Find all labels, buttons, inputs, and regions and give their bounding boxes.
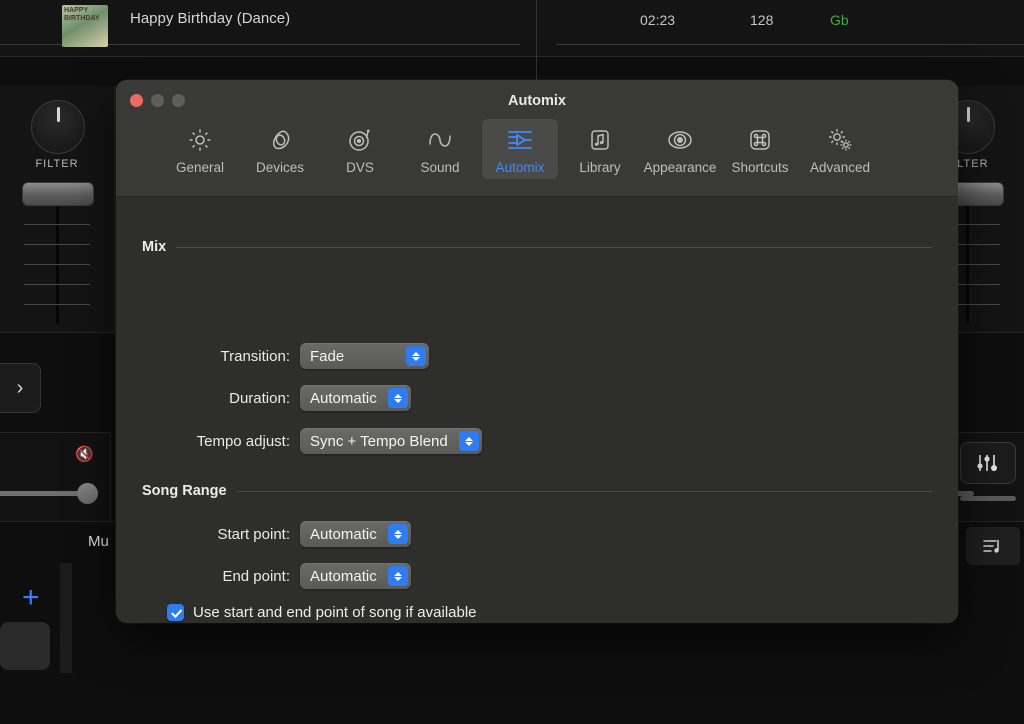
section-heading: Mix	[142, 239, 167, 255]
waveform-divider	[536, 0, 537, 86]
preferences-dialog: Automix General Devices DVS Sound Automi…	[116, 80, 958, 623]
section-heading: Song Range	[142, 483, 227, 499]
fader-notch	[24, 244, 90, 245]
tab-label: Library	[579, 160, 621, 175]
fader-notch	[24, 224, 90, 225]
dialog-titlebar: Automix General Devices DVS Sound Automi…	[116, 80, 958, 197]
tab-library[interactable]: Library	[562, 119, 638, 179]
automix-icon	[505, 125, 535, 155]
tab-shortcuts[interactable]: Shortcuts	[722, 119, 798, 179]
tab-dvs[interactable]: DVS	[322, 119, 398, 179]
queue-list-icon	[983, 540, 999, 553]
duration-label: Duration:	[229, 389, 290, 407]
row-tempo-adjust: Tempo adjust: Sync + Tempo Blend	[142, 428, 742, 454]
tab-label: Devices	[255, 160, 304, 175]
fader-notch	[24, 264, 90, 265]
end-point-value: Automatic	[310, 567, 377, 585]
duration-value: Automatic	[310, 389, 377, 407]
master-volume-left[interactable]: 🔇	[0, 432, 111, 522]
section-song-range: Song Range	[142, 483, 932, 499]
end-point-label: End point:	[222, 567, 290, 585]
end-point-dropdown[interactable]: Automatic	[300, 563, 411, 589]
volume-thumb[interactable]	[77, 483, 98, 504]
music-note-icon	[586, 125, 614, 155]
knob-indicator	[966, 107, 970, 122]
track-title: Happy Birthday (Dance)	[130, 10, 291, 27]
tab-advanced[interactable]: Advanced	[802, 119, 878, 179]
tab-label: Automix	[495, 160, 545, 175]
start-point-value: Automatic	[310, 525, 377, 543]
transition-label: Transition:	[220, 347, 290, 365]
eye-icon	[665, 125, 695, 155]
use-start-end-checkbox[interactable]	[167, 604, 184, 621]
tempo-adjust-label: Tempo adjust:	[196, 432, 290, 450]
filter-knob-left[interactable]	[31, 100, 85, 154]
fader-handle[interactable]	[22, 182, 94, 206]
section-mix: Mix	[142, 239, 932, 255]
waveform-strip	[0, 0, 1024, 57]
row-duration: Duration: Automatic	[142, 385, 702, 411]
tab-label: General	[175, 160, 225, 175]
volume-fader-left[interactable]	[0, 182, 114, 328]
turntable-icon	[346, 125, 374, 155]
speaker-icon	[266, 125, 294, 155]
gears-icon	[825, 125, 855, 155]
window-title: Automix	[508, 93, 566, 109]
muted-speaker-icon[interactable]: 🔇	[75, 445, 94, 463]
tab-label: DVS	[346, 160, 374, 175]
track-bpm: 128	[750, 12, 774, 28]
track-artwork: HAPPY BIRTHDAY	[62, 5, 108, 47]
add-button[interactable]: +	[22, 583, 40, 613]
chevron-updown-icon	[458, 431, 479, 451]
eq-faders-icon	[977, 455, 997, 471]
preferences-toolbar: General Devices DVS Sound Automix Librar…	[162, 119, 878, 179]
transition-value: Fade	[310, 347, 345, 365]
chevron-right-icon: ›	[16, 376, 24, 399]
track-duration: 02:23	[640, 12, 676, 28]
deck-left: FILTER	[0, 86, 115, 333]
section-rule	[176, 246, 932, 248]
chevron-updown-icon	[387, 566, 408, 586]
use-start-end-label: Use start and end point of song if avail…	[193, 604, 477, 621]
chevron-updown-icon	[406, 346, 426, 366]
tab-label: Advanced	[809, 160, 871, 175]
row-transition: Transition: Fade	[142, 343, 702, 369]
waveform-icon	[426, 125, 454, 155]
tab-devices[interactable]: Devices	[242, 119, 318, 179]
row-start-point: Start point: Automatic	[142, 521, 702, 547]
eq-level-bar[interactable]	[960, 496, 1016, 501]
music-section-label: Mu	[88, 533, 109, 550]
chevron-updown-icon	[387, 388, 408, 408]
tab-automix[interactable]: Automix	[482, 119, 558, 179]
tab-label: Sound	[420, 160, 460, 175]
tempo-adjust-value: Sync + Tempo Blend	[310, 432, 448, 450]
volume-track[interactable]	[0, 491, 84, 496]
start-point-dropdown[interactable]: Automatic	[300, 521, 411, 547]
queue-button[interactable]	[966, 527, 1020, 565]
row-end-point: End point: Automatic	[142, 563, 702, 589]
expand-panel-button[interactable]: ›	[0, 363, 41, 413]
gear-icon	[186, 125, 214, 155]
track-key: Gb	[830, 12, 849, 28]
row-use-start-end[interactable]: Use start and end point of song if avail…	[167, 604, 477, 621]
tempo-adjust-dropdown[interactable]: Sync + Tempo Blend	[300, 428, 482, 454]
knob-indicator	[56, 107, 60, 122]
tab-general[interactable]: General	[162, 119, 238, 179]
chevron-updown-icon	[387, 524, 408, 544]
artwork-placeholder	[0, 622, 50, 670]
transition-dropdown[interactable]: Fade	[300, 343, 429, 369]
section-rule	[236, 490, 932, 492]
fader-notch	[24, 284, 90, 285]
filter-label-left: FILTER	[35, 158, 79, 170]
tab-appearance[interactable]: Appearance	[642, 119, 718, 179]
waveform-line-right	[556, 44, 1024, 45]
duration-dropdown[interactable]: Automatic	[300, 385, 411, 411]
fader-notch	[24, 304, 90, 305]
command-icon	[746, 125, 774, 155]
eq-button[interactable]	[960, 442, 1016, 484]
tab-label: Shortcuts	[731, 160, 789, 175]
start-point-label: Start point:	[217, 525, 290, 543]
tab-sound[interactable]: Sound	[402, 119, 478, 179]
tab-label: Appearance	[643, 160, 717, 175]
